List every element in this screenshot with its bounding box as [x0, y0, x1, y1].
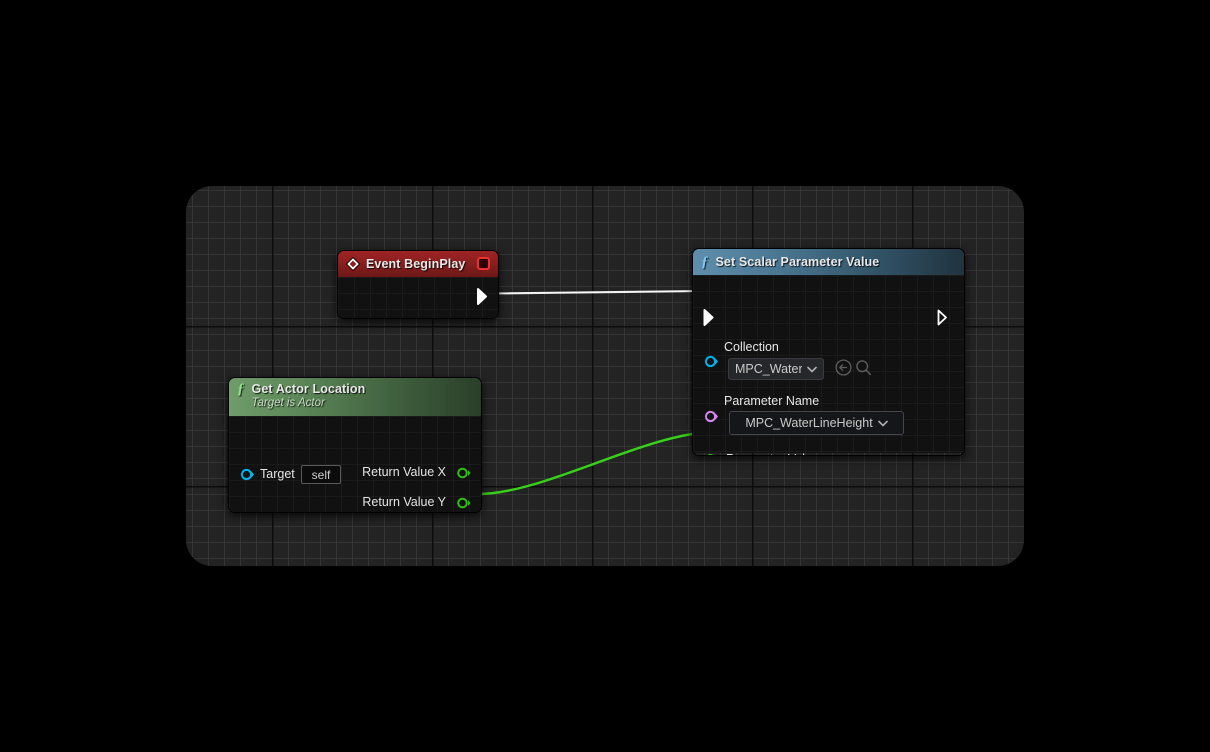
target-label: Target [260, 467, 295, 481]
node-get-actor-location[interactable]: ƒ Get Actor Location Target is Actor Tar… [228, 377, 482, 513]
parameter-name-label: Parameter Name [724, 394, 820, 408]
exec-input-pin[interactable] [703, 309, 718, 326]
function-f-icon: ƒ [237, 381, 245, 397]
return-value-x-label: Return Value X [362, 465, 446, 479]
exec-output-pin[interactable] [937, 309, 952, 326]
node-body: Collection MPC_WaterPP\ [693, 275, 964, 456]
delegate-output-pin[interactable] [477, 257, 490, 270]
screen: Event BeginPlay ƒ Set Scalar Parameter V… [0, 0, 1210, 752]
chevron-down-icon [877, 420, 888, 426]
collection-value: MPC_WaterPP\ [735, 362, 802, 376]
parameter-name-dropdown[interactable]: MPC_WaterLineHeight [729, 411, 904, 435]
return-value-x-pin[interactable] [457, 467, 471, 479]
node-title-label: Event BeginPlay [366, 257, 466, 271]
node-title-label: Get Actor Location [251, 382, 366, 396]
return-value-y-label: Return Value Y [362, 495, 446, 509]
node-event-begin-play[interactable]: Event BeginPlay [337, 250, 499, 319]
parameter-name-pin[interactable] [705, 410, 718, 423]
exec-output-pin[interactable] [477, 288, 492, 305]
collection-object-pin[interactable] [705, 355, 718, 368]
parameter-name-value: MPC_WaterLineHeight [745, 416, 873, 430]
function-f-icon: ƒ [701, 253, 709, 270]
browse-asset-icon[interactable] [855, 359, 872, 376]
node-subtitle-label: Target is Actor [251, 397, 325, 410]
parameter-value-label: Parameter Value [726, 452, 819, 455]
node-title-bar[interactable]: ƒ Get Actor Location Target is Actor [229, 378, 481, 416]
parameter-value-float-pin[interactable] [705, 453, 719, 456]
target-self-value: self [311, 467, 331, 482]
target-object-pin[interactable] [241, 468, 254, 481]
node-body: Target self Return Value X Return Value … [229, 416, 481, 512]
node-title-label: Set Scalar Parameter Value [715, 255, 880, 269]
collection-dropdown[interactable]: MPC_WaterPP\ [728, 358, 824, 380]
event-diamond-icon [346, 257, 360, 271]
node-set-scalar-parameter-value[interactable]: ƒ Set Scalar Parameter Value Collection … [692, 248, 965, 456]
node-body [338, 277, 498, 318]
collection-label: Collection [724, 340, 779, 354]
node-title-bar[interactable]: Event BeginPlay [338, 251, 498, 277]
use-selected-asset-icon[interactable] [835, 359, 852, 376]
node-title-bar[interactable]: ƒ Set Scalar Parameter Value [693, 249, 964, 275]
target-self-field[interactable]: self [301, 465, 341, 484]
return-value-y-pin[interactable] [457, 497, 471, 509]
chevron-down-icon [807, 366, 817, 372]
